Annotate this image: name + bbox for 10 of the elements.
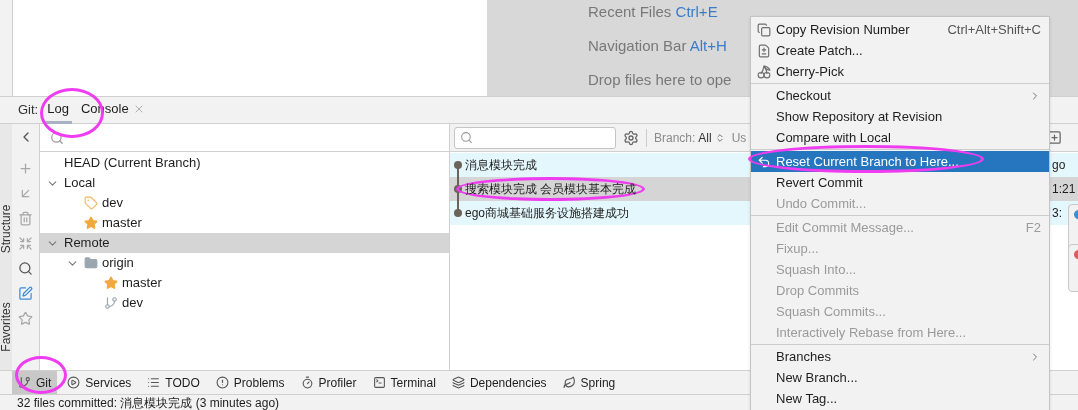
welcome-hint: Navigation Bar Alt+H — [588, 36, 727, 56]
welcome-hint: Drop files here to ope — [588, 70, 732, 90]
commit-message: ego商城基础服务设施搭建成功 — [465, 205, 630, 222]
commit-time: go — [1052, 157, 1067, 174]
commit-time: 3: — [1052, 205, 1063, 222]
commit-message: 消息模块完成 — [465, 157, 537, 174]
tool-window-label: Git: — [18, 101, 39, 120]
welcome-hint: Recent Files Ctrl+E — [588, 2, 718, 22]
commit-time: 1:21 — [1052, 181, 1077, 198]
status-text: 32 files committed: 消息模块完成 (3 minutes ago) — [17, 395, 280, 410]
